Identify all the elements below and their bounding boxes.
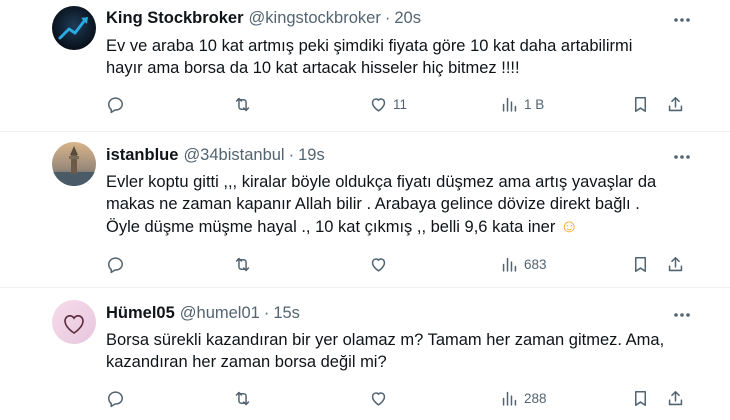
tweet-text-line: hayır ama borsa da 10 kat artacak hissel…	[106, 59, 520, 77]
user-handle[interactable]: @kingstockbroker	[249, 9, 381, 28]
timestamp[interactable]: 20s	[394, 9, 421, 28]
reply-button[interactable]	[106, 92, 125, 116]
display-name[interactable]: istanblue	[106, 146, 178, 165]
tweet-text-line: kazandıran her zaman borsa değil mi?	[106, 353, 387, 371]
bookmark-button[interactable]	[631, 92, 650, 116]
like-button[interactable]	[369, 252, 388, 276]
view-count: 683	[524, 256, 547, 272]
view-count: 288	[524, 390, 547, 406]
views-icon	[502, 97, 517, 112]
reply-icon	[108, 256, 123, 273]
reply-button[interactable]	[106, 386, 125, 410]
more-icon[interactable]	[670, 145, 694, 169]
bookmark-icon	[634, 390, 647, 406]
repost-button[interactable]	[233, 252, 252, 276]
share-button[interactable]	[666, 386, 685, 410]
user-handle[interactable]: @humel01	[180, 304, 260, 323]
tweet-text-line: Evler koptu gitti ,,, kiralar böyle oldu…	[106, 173, 657, 191]
action-bar: 683	[0, 252, 730, 276]
tweet-king-stockbroker[interactable]: King Stockbroker @kingstockbroker · 20s …	[0, 0, 730, 131]
heart-icon	[371, 391, 386, 406]
like-button[interactable]	[369, 386, 388, 410]
reply-icon	[108, 390, 123, 407]
repost-icon	[235, 97, 250, 111]
views-button[interactable]: 288	[500, 386, 547, 410]
user-handle[interactable]: @34bistanbul	[183, 146, 284, 165]
more-icon[interactable]	[670, 8, 694, 32]
bookmark-button[interactable]	[631, 252, 650, 276]
display-name[interactable]: Hümel05	[106, 304, 175, 323]
tweet-istanblue[interactable]: istanblue @34bistanbul · 19s Evler koptu…	[0, 132, 730, 287]
tweet-text: Evler koptu gitti ,,, kiralar böyle oldu…	[106, 171, 706, 238]
repost-icon	[235, 391, 250, 405]
like-button[interactable]: 11	[369, 92, 407, 116]
like-count: 11	[393, 96, 408, 112]
more-icon[interactable]	[670, 303, 694, 327]
views-icon	[502, 257, 517, 272]
tweet-header: istanblue @34bistanbul · 19s	[106, 146, 325, 165]
bookmark-icon	[634, 256, 647, 272]
tweet-text-line: Borsa sürekli kazandıran bir yer olamaz …	[106, 331, 665, 349]
tweet-text-line: makas ne zaman kapanır Allah bilir . Ara…	[106, 195, 640, 213]
action-bar: 288	[0, 386, 730, 410]
bookmark-icon	[634, 96, 647, 112]
share-button[interactable]	[666, 92, 685, 116]
timestamp[interactable]: 15s	[273, 304, 300, 323]
tweet-humel05[interactable]: Hümel05 @humel01 · 15s Borsa sürekli kaz…	[0, 288, 730, 420]
smiling-face-emoji: ☺	[559, 216, 579, 236]
repost-button[interactable]	[233, 92, 252, 116]
bookmark-button[interactable]	[631, 386, 650, 410]
tweet-text-line-content: Öyle düşme müşme hayal ., 10 kat çıkmış …	[106, 218, 556, 236]
avatar[interactable]	[52, 6, 96, 50]
share-icon	[668, 256, 683, 271]
separator: ·	[288, 146, 295, 164]
tweet-text: Borsa sürekli kazandıran bir yer olamaz …	[106, 329, 706, 373]
share-button[interactable]	[666, 252, 685, 276]
tweet-header: King Stockbroker @kingstockbroker · 20s	[106, 9, 421, 28]
separator: ·	[384, 9, 391, 27]
tweet-header: Hümel05 @humel01 · 15s	[106, 304, 300, 323]
share-icon	[668, 96, 683, 111]
views-button[interactable]: 683	[500, 252, 547, 276]
heart-icon	[371, 97, 386, 112]
views-button[interactable]: 1 B	[500, 92, 544, 116]
avatar[interactable]	[52, 300, 96, 344]
display-name[interactable]: King Stockbroker	[106, 9, 244, 28]
view-count: 1 B	[524, 96, 545, 112]
tweet-text-line: Öyle düşme müşme hayal ., 10 kat çıkmış …	[106, 215, 706, 238]
avatar[interactable]	[52, 142, 96, 186]
timestamp[interactable]: 19s	[298, 146, 325, 165]
tweet-text-line: Ev ve araba 10 kat artmış peki şimdiki f…	[106, 37, 633, 55]
views-icon	[502, 391, 517, 406]
tweet-text: Ev ve araba 10 kat artmış peki şimdiki f…	[106, 35, 706, 79]
reply-icon	[108, 96, 123, 113]
reply-button[interactable]	[106, 252, 125, 276]
repost-icon	[235, 257, 250, 271]
action-bar: 11 1 B	[0, 92, 730, 116]
separator: ·	[263, 304, 270, 322]
heart-icon	[371, 257, 386, 272]
repost-button[interactable]	[233, 386, 252, 410]
share-icon	[668, 390, 683, 405]
